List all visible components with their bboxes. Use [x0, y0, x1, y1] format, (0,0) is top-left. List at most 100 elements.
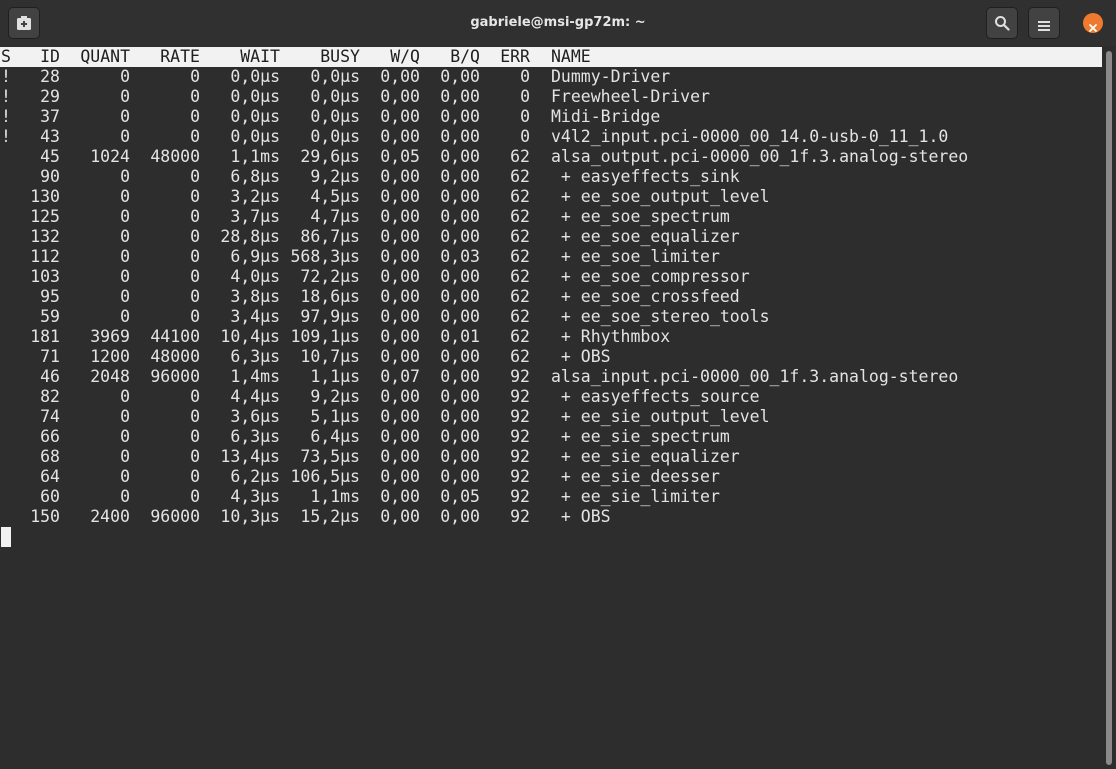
hamburger-menu-icon — [1037, 17, 1051, 31]
cell-wq: 0,00 — [380, 307, 420, 326]
cell-bq: 0,00 — [440, 227, 480, 246]
cell-err: 92 — [510, 407, 530, 426]
cell-bq: 0,01 — [440, 327, 480, 346]
table-row: 125 0 0 3,7µs 4,7µs 0,00 0,00 62 + ee_soe_spect… — [0, 207, 1102, 227]
header-quant: QUANT — [80, 47, 130, 66]
cell-id: 37 — [40, 107, 60, 126]
header-id: ID — [40, 47, 60, 66]
cell-err: 92 — [510, 487, 530, 506]
table-row: 112 0 0 6,9µs 568,3µs 0,00 0,03 62 + ee_soe_lim… — [0, 247, 1102, 267]
cell-name: alsa_output.pci-0000_00_1f.3.analog-ster… — [551, 147, 969, 166]
cell-wait: 0,0µs — [230, 67, 280, 86]
cell-bq: 0,00 — [440, 387, 480, 406]
cell-err: 0 — [520, 87, 530, 106]
cell-rate: 48000 — [150, 347, 200, 366]
cell-wait: 1,1ms — [230, 147, 280, 166]
cell-wq: 0,00 — [380, 247, 420, 266]
cell-bq: 0,00 — [440, 127, 480, 146]
cell-busy: 0,0µs — [310, 87, 360, 106]
cell-bq: 0,00 — [440, 467, 480, 486]
cell-wq: 0,07 — [380, 367, 420, 386]
table-row: 66 0 0 6,3µs 6,4µs 0,00 0,00 92 + ee_sie_spectr… — [0, 427, 1102, 447]
cell-name: + ee_soe_output_level — [551, 187, 770, 206]
cell-wait: 6,3µs — [230, 427, 280, 446]
cell-busy: 1,1ms — [310, 487, 360, 506]
cell-wait: 0,0µs — [230, 127, 280, 146]
terminal-output[interactable]: S ID QUANT RATE WAIT BUSY W/Q B/Q ERR NAME! 28 0 0 0,… — [0, 47, 1102, 769]
scrollbar[interactable] — [1102, 47, 1116, 769]
cell-name: + ee_soe_stereo_tools — [551, 307, 770, 326]
cell-bq: 0,00 — [440, 307, 480, 326]
cell-quant: 0 — [120, 427, 130, 446]
header-wait: WAIT — [240, 47, 280, 66]
cell-id: 112 — [30, 247, 60, 266]
close-button[interactable] — [1083, 13, 1103, 33]
cell-rate: 0 — [190, 127, 200, 146]
table-row: 64 0 0 6,2µs 106,5µs 0,00 0,00 92 + ee_sie_dees… — [0, 467, 1102, 487]
cell-quant: 2400 — [90, 507, 130, 526]
cell-quant: 0 — [120, 67, 130, 86]
cell-busy: 5,1µs — [310, 407, 360, 426]
cell-busy: 0,0µs — [310, 67, 360, 86]
cell-err: 62 — [510, 147, 530, 166]
table-row: ! 28 0 0 0,0µs 0,0µs 0,00 0,00 0 Dummy-Driver — [0, 67, 1102, 87]
cell-bq: 0,00 — [440, 67, 480, 86]
cell-rate: 0 — [190, 407, 200, 426]
cell-quant: 0 — [120, 307, 130, 326]
cell-wq: 0,00 — [380, 227, 420, 246]
cell-wq: 0,00 — [380, 507, 420, 526]
cell-err: 62 — [510, 187, 530, 206]
cell-rate: 0 — [190, 427, 200, 446]
cell-busy: 10,7µs — [300, 347, 360, 366]
cell-wq: 0,00 — [380, 187, 420, 206]
cell-busy: 4,7µs — [310, 207, 360, 226]
cell-bq: 0,00 — [440, 507, 480, 526]
cell-id: 125 — [30, 207, 60, 226]
cell-bq: 0,00 — [440, 267, 480, 286]
header-rate: RATE — [160, 47, 200, 66]
header-busy: BUSY — [320, 47, 360, 66]
cell-wq: 0,05 — [380, 147, 420, 166]
cell-rate: 0 — [190, 87, 200, 106]
cell-rate: 0 — [190, 387, 200, 406]
cell-name: Midi-Bridge — [551, 107, 661, 126]
scrollbar-thumb[interactable] — [1106, 51, 1112, 765]
cell-id: 82 — [40, 387, 60, 406]
cell-rate: 44100 — [150, 327, 200, 346]
cell-busy: 86,7µs — [300, 227, 360, 246]
cell-busy: 72,2µs — [300, 267, 360, 286]
cell-name: + easyeffects_source — [551, 387, 760, 406]
cell-wait: 4,0µs — [230, 267, 280, 286]
cell-name: + OBS — [551, 507, 611, 526]
cell-name: + ee_soe_compressor — [551, 267, 750, 286]
cell-wait: 0,0µs — [230, 107, 280, 126]
cell-id: 74 — [40, 407, 60, 426]
cell-wait: 10,4µs — [220, 327, 280, 346]
window-title: gabriele@msi-gp72m: ~ — [470, 15, 646, 30]
cell-rate: 96000 — [150, 507, 200, 526]
cell-busy: 97,9µs — [300, 307, 360, 326]
cell-quant: 0 — [120, 487, 130, 506]
search-button[interactable] — [986, 7, 1018, 39]
cell-id: 132 — [30, 227, 60, 246]
cell-busy: 9,2µs — [310, 387, 360, 406]
cell-quant: 0 — [120, 267, 130, 286]
cell-rate: 0 — [190, 67, 200, 86]
cell-name: + ee_sie_output_level — [551, 407, 770, 426]
cell-rate: 0 — [190, 447, 200, 466]
menu-button[interactable] — [1028, 7, 1060, 39]
cell-wq: 0,00 — [380, 87, 420, 106]
cell-wait: 4,3µs — [230, 487, 280, 506]
cell-bq: 0,00 — [440, 347, 480, 366]
cell-bq: 0,00 — [440, 87, 480, 106]
cell-rate: 0 — [190, 187, 200, 206]
header-err: ERR — [500, 47, 530, 66]
cell-rate: 0 — [190, 467, 200, 486]
cell-rate: 0 — [190, 487, 200, 506]
cell-bq: 0,00 — [440, 367, 480, 386]
cell-wait: 3,6µs — [230, 407, 280, 426]
cell-name: + ee_sie_limiter — [551, 487, 720, 506]
cell-name: + easyeffects_sink — [551, 167, 740, 186]
cell-busy: 6,4µs — [310, 427, 360, 446]
cell-quant: 0 — [120, 287, 130, 306]
